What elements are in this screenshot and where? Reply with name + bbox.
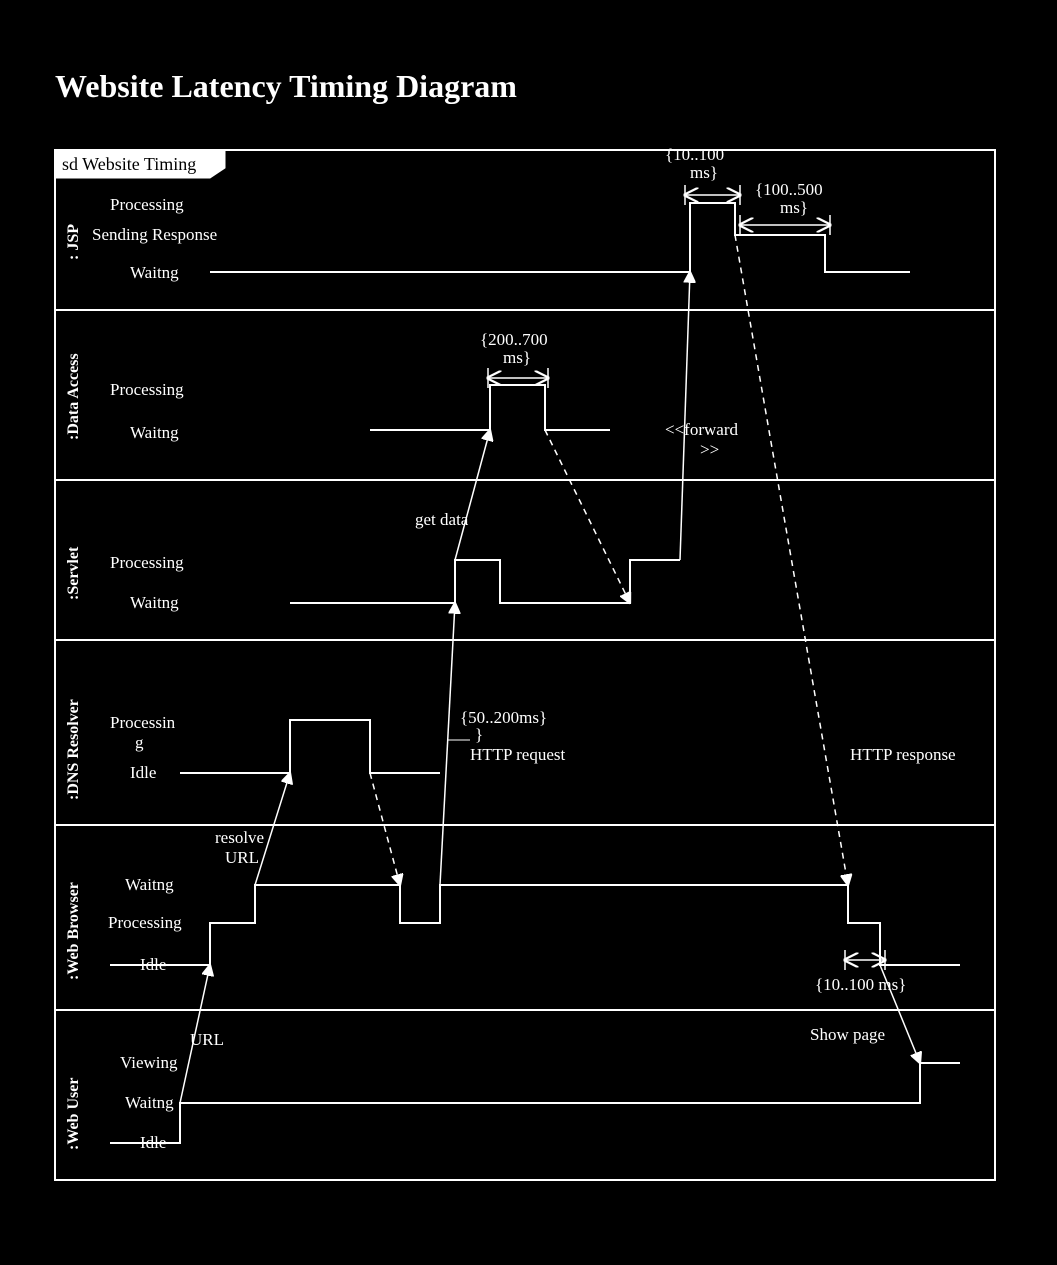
constraint-10-100b: {10..100 ms} <box>815 975 906 994</box>
svg-text:{200..700: {200..700 <box>480 330 548 349</box>
svg-text:{10..100: {10..100 <box>665 145 724 164</box>
msg-http-resp: HTTP response <box>850 745 956 764</box>
svg-text:URL: URL <box>225 848 259 867</box>
dns-idle: Idle <box>130 763 156 782</box>
jsp-sending: Sending Response <box>92 225 217 244</box>
br-processing: Processing <box>108 913 182 932</box>
arrow-forward <box>680 272 690 560</box>
dns-processing: Processin <box>110 713 176 732</box>
lane-data-access: :Data Access <box>65 353 82 440</box>
srv-processing: Processing <box>110 553 184 572</box>
arrow-http-resp <box>735 235 848 885</box>
diagram-page: Website Latency Timing Diagram sd Websit… <box>0 0 1057 1260</box>
arrow-dns-return <box>370 773 400 885</box>
msg-showpage: Show page <box>810 1025 885 1044</box>
arrow-http-req <box>440 603 455 885</box>
lane-servlet: :Servlet <box>65 546 82 600</box>
frame-label: sd Website Timing <box>62 154 196 174</box>
arrow-da-return <box>545 430 630 603</box>
svg-text:g: g <box>135 733 144 752</box>
svg-text:ms}: ms} <box>690 163 718 182</box>
da-waiting: Waitng <box>130 423 179 442</box>
lane-dns: :DNS Resolver <box>65 699 82 800</box>
servlet-timeline <box>290 560 680 603</box>
svg-text:ms}: ms} <box>780 198 808 217</box>
svg-text:ms}: ms} <box>503 348 531 367</box>
constraint-50-200: {50..200ms} <box>460 708 547 727</box>
lane-jsp: : JSP <box>65 224 82 260</box>
user-viewing: Viewing <box>120 1053 178 1072</box>
da-processing: Processing <box>110 380 184 399</box>
dns-timeline <box>180 720 440 773</box>
lane-browser: :Web Browser <box>65 882 82 980</box>
br-waiting: Waitng <box>125 875 174 894</box>
page-title: Website Latency Timing Diagram <box>55 68 517 105</box>
svg-text:{100..500: {100..500 <box>755 180 823 199</box>
msg-getdata: get data <box>415 510 469 529</box>
timing-diagram-svg: sd Website Timing : JSP :Data Access :Se… <box>0 0 1057 1260</box>
msg-resolve1: resolve <box>215 828 264 847</box>
svg-text:>>: >> <box>700 440 719 459</box>
user-waiting: Waitng <box>125 1093 174 1112</box>
dataaccess-timeline <box>370 385 610 430</box>
lane-user: :Web User <box>65 1078 82 1150</box>
browser-timeline <box>110 885 960 965</box>
jsp-processing: Processing <box>110 195 184 214</box>
svg-text:}: } <box>475 725 483 744</box>
msg-url: URL <box>190 1030 224 1049</box>
user-timeline <box>110 1063 960 1143</box>
msg-forward: <<forward <box>665 420 738 439</box>
msg-http-req: HTTP request <box>470 745 565 764</box>
arrow-getdata <box>455 430 490 560</box>
srv-waiting: Waitng <box>130 593 179 612</box>
jsp-waiting: Waitng <box>130 263 179 282</box>
